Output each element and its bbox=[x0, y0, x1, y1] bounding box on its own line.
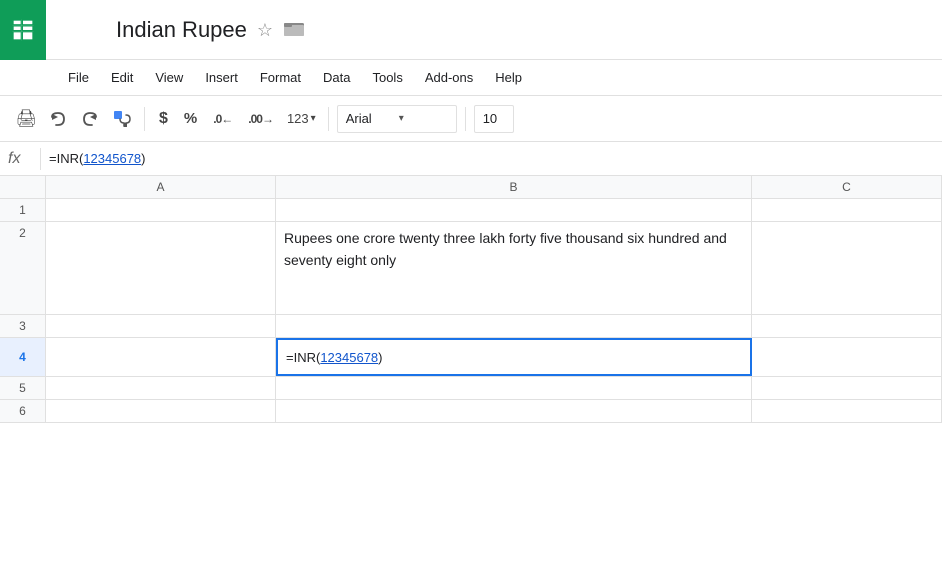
row-number-6: 6 bbox=[0, 400, 46, 422]
percent-format-button[interactable]: % bbox=[178, 105, 203, 133]
cell-c3[interactable] bbox=[752, 315, 942, 337]
menu-edit[interactable]: Edit bbox=[101, 66, 143, 89]
toolbar: 🖨 $ % .0← .00→ 123 ▾ Arial ▾ 10 bbox=[0, 96, 942, 142]
more-formats-button[interactable]: 123 ▾ bbox=[283, 105, 320, 133]
cell-a4[interactable] bbox=[46, 338, 276, 376]
menu-data[interactable]: Data bbox=[313, 66, 360, 89]
undo-button[interactable] bbox=[44, 105, 72, 133]
menu-tools[interactable]: Tools bbox=[362, 66, 412, 89]
cell-a1[interactable] bbox=[46, 199, 276, 221]
cell-c2[interactable] bbox=[752, 222, 942, 314]
menu-help[interactable]: Help bbox=[485, 66, 532, 89]
row-number-1: 1 bbox=[0, 199, 46, 221]
cell-b4[interactable]: =INR(12345678) bbox=[276, 338, 752, 376]
cell-b2[interactable]: Rupees one crore twenty three lakh forty… bbox=[276, 222, 752, 314]
table-row: 6 bbox=[0, 400, 942, 423]
formula-suffix: ) bbox=[141, 151, 145, 166]
increase-decimals-button[interactable]: .00→ bbox=[242, 105, 279, 133]
row-number-5: 5 bbox=[0, 377, 46, 399]
cell-c4[interactable] bbox=[752, 338, 942, 376]
formula-cell-prefix: =INR( bbox=[286, 350, 320, 365]
font-family-selector[interactable]: Arial ▾ bbox=[337, 105, 457, 133]
menu-format[interactable]: Format bbox=[250, 66, 311, 89]
row-number-4: 4 bbox=[0, 338, 46, 376]
paint-format-button[interactable] bbox=[108, 105, 136, 133]
table-row: 1 bbox=[0, 199, 942, 222]
cell-b6[interactable] bbox=[276, 400, 752, 422]
column-headers: A B C bbox=[0, 176, 942, 199]
row-number-2: 2 bbox=[0, 222, 46, 314]
cell-a2[interactable] bbox=[46, 222, 276, 314]
formula-cell-suffix: ) bbox=[378, 350, 382, 365]
sheets-icon bbox=[9, 16, 37, 44]
folder-icon[interactable] bbox=[283, 19, 305, 42]
font-dropdown-arrow: ▾ bbox=[399, 113, 448, 124]
col-header-b[interactable]: B bbox=[276, 176, 752, 198]
menu-file[interactable]: File bbox=[58, 66, 99, 89]
font-size-selector[interactable]: 10 bbox=[474, 105, 514, 133]
cell-c5[interactable] bbox=[752, 377, 942, 399]
decrease-decimals-button[interactable]: .0← bbox=[207, 105, 238, 133]
formula-prefix: =INR( bbox=[49, 151, 83, 166]
col-header-a[interactable]: A bbox=[46, 176, 276, 198]
col-header-c[interactable]: C bbox=[752, 176, 942, 198]
cell-a6[interactable] bbox=[46, 400, 276, 422]
star-icon[interactable]: ☆ bbox=[257, 20, 273, 41]
redo-button[interactable] bbox=[76, 105, 104, 133]
fx-label: fx bbox=[8, 150, 32, 168]
menu-bar: File Edit View Insert Format Data Tools … bbox=[0, 60, 942, 96]
cell-c6[interactable] bbox=[752, 400, 942, 422]
table-row: 4 =INR(12345678) bbox=[0, 338, 942, 377]
menu-insert[interactable]: Insert bbox=[195, 66, 248, 89]
cell-c1[interactable] bbox=[752, 199, 942, 221]
cell-a3[interactable] bbox=[46, 315, 276, 337]
font-size-value: 10 bbox=[483, 111, 497, 126]
table-row: 3 bbox=[0, 315, 942, 338]
cell-b5[interactable] bbox=[276, 377, 752, 399]
formula-display: =INR(12345678) bbox=[49, 151, 146, 166]
menu-addons[interactable]: Add-ons bbox=[415, 66, 483, 89]
print-button[interactable]: 🖨 bbox=[12, 105, 40, 133]
formula-cell-link: 12345678 bbox=[320, 350, 378, 365]
table-row: 2 Rupees one crore twenty three lakh for… bbox=[0, 222, 942, 315]
more-formats-arrow: ▾ bbox=[311, 113, 316, 124]
row-number-3: 3 bbox=[0, 315, 46, 337]
cell-b3[interactable] bbox=[276, 315, 752, 337]
cell-a5[interactable] bbox=[46, 377, 276, 399]
app-icon bbox=[0, 0, 46, 60]
document-title: Indian Rupee bbox=[116, 17, 247, 43]
dollar-format-button[interactable]: $ bbox=[153, 105, 174, 133]
menu-view[interactable]: View bbox=[145, 66, 193, 89]
formula-bar: fx =INR(12345678) bbox=[0, 142, 942, 176]
spreadsheet: A B C 1 2 Rupees one crore twenty three … bbox=[0, 176, 942, 423]
table-row: 5 bbox=[0, 377, 942, 400]
row-num-header bbox=[0, 176, 46, 198]
more-formats-label: 123 bbox=[287, 111, 309, 126]
font-name-label: Arial bbox=[346, 111, 395, 126]
cell-b1[interactable] bbox=[276, 199, 752, 221]
formula-number: 12345678 bbox=[83, 151, 141, 166]
